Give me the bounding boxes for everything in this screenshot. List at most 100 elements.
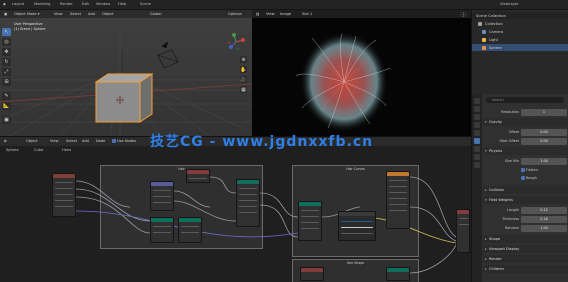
collapse-chevron-icon: ▾ (485, 148, 487, 153)
render-slot-selector[interactable]: Slot 1 (302, 12, 312, 16)
blender-logo-icon[interactable]: ◆ (3, 2, 6, 6)
top-menu-bar: ◆ Layout Modeling Render Edit Window Hel… (0, 0, 568, 10)
scene-tab-icon[interactable] (474, 122, 480, 128)
output-tab-icon[interactable] (474, 114, 480, 120)
collapse-chevron-icon: ▸ (485, 246, 487, 251)
menu-add[interactable]: Add (88, 12, 95, 16)
transform-tool-icon[interactable]: ⊞ (2, 78, 11, 86)
node-group-output[interactable] (456, 209, 470, 253)
rough-checkbox[interactable] (521, 175, 525, 180)
annotate-tool-icon[interactable]: ✎ (2, 92, 11, 100)
checkbox-row[interactable]: Rough (483, 174, 568, 182)
node-attribute-panel[interactable] (338, 211, 376, 241)
section-collision[interactable]: ▸ Collision (483, 186, 568, 194)
render-options-icon[interactable]: ⋮ (460, 12, 467, 18)
select-tool-icon[interactable]: ↖ (2, 28, 11, 36)
menu-help[interactable]: Help (118, 2, 126, 6)
property-size-min[interactable]: Size Min 1.00 (483, 157, 568, 165)
zoom-icon[interactable]: ⊕ (240, 56, 247, 63)
node-vector-math[interactable] (150, 181, 174, 211)
scene-selector[interactable]: Scene (140, 2, 151, 6)
section-render[interactable]: ▸ Render (483, 255, 568, 263)
node-shape-input[interactable] (300, 267, 324, 281)
camera-view-icon[interactable]: 🎥 (240, 76, 247, 83)
property-thickness[interactable]: Thickness 0.18 (483, 215, 568, 223)
physics-tab-icon[interactable] (474, 146, 480, 152)
collection-label: (1) Scene | Sphere (14, 27, 46, 31)
properties-search[interactable]: Search (486, 97, 564, 103)
image-editor-icon[interactable]: ▧ (256, 12, 259, 16)
menu-layout[interactable]: Layout (12, 2, 24, 6)
render-view[interactable]: ▧ View Image Slot 1 ⋮ (252, 10, 471, 136)
navigation-gizmo[interactable] (226, 32, 246, 52)
world-tab-icon[interactable] (474, 130, 480, 136)
collapse-chevron-icon: ▸ (485, 187, 487, 192)
checkbox-row[interactable]: Flatten (483, 166, 568, 174)
outliner-item[interactable]: Light (472, 36, 568, 43)
pan-hand-icon[interactable]: ✋ (240, 66, 247, 73)
measure-tool-icon[interactable]: 📐 (2, 102, 11, 110)
object-mode-selector[interactable]: Object Mode ▾ (14, 12, 40, 16)
collapse-chevron-icon: ▾ (485, 197, 487, 202)
menu-render-image[interactable]: Image (280, 12, 291, 16)
rotate-tool-icon[interactable]: ↻ (2, 58, 11, 66)
section-shape[interactable]: ▸ Shape (483, 235, 568, 243)
render-tab-icon[interactable] (474, 106, 480, 112)
collapse-chevron-icon: ▸ (485, 266, 487, 271)
mesh-icon (482, 45, 486, 50)
property-length[interactable]: Length 0.12 (483, 206, 568, 214)
viewlayer-selector[interactable]: ViewLayer (500, 2, 519, 6)
flatten-checkbox[interactable] (521, 167, 525, 172)
menu-object[interactable]: Object (102, 12, 114, 16)
light-icon (482, 37, 486, 42)
menu-modeling[interactable]: Modeling (34, 2, 50, 6)
hair-render-image (295, 32, 391, 132)
transform-orientation[interactable]: Global (150, 12, 161, 16)
property-random[interactable]: Random 1.00 (483, 224, 568, 232)
section-gravity[interactable]: ▾ Gravity (483, 118, 568, 126)
property-start-offset[interactable]: Start Offset 0.00 (483, 137, 568, 145)
geometry-node-editor[interactable]: ⧉ Object View Select Add Node Use Nodes … (0, 136, 471, 282)
node-input[interactable] (186, 169, 210, 183)
viewport-3d[interactable]: ▣ Object Mode ▾ View Select Add Object G… (0, 10, 252, 136)
property-resolution[interactable]: Resolution 1 (483, 108, 568, 116)
outliner-item[interactable]: Camera (472, 28, 568, 35)
menu-view[interactable]: View (54, 12, 63, 16)
scale-tool-icon[interactable]: ⤢ (2, 68, 11, 76)
camera-icon (482, 29, 486, 34)
node-realize-instances[interactable] (386, 171, 410, 229)
move-tool-icon[interactable]: ✥ (2, 48, 11, 56)
menu-render[interactable]: Render (60, 2, 73, 6)
tool-tab-icon[interactable] (474, 98, 480, 104)
outliner-item-selected[interactable]: Sphere (472, 44, 568, 51)
property-offset[interactable]: Offset 0.00 (483, 128, 568, 136)
node-group-input[interactable] (52, 173, 76, 217)
watermark-text: 技艺CG - www.jgdnxxfb.cn (150, 134, 374, 150)
menu-edit[interactable]: Edit (82, 2, 89, 6)
node-geometry[interactable] (150, 217, 174, 243)
node-geometry[interactable] (178, 217, 202, 243)
node-curve-to-mesh[interactable] (298, 201, 322, 241)
node-set-position[interactable] (236, 179, 260, 227)
particles-tab-icon[interactable] (474, 138, 480, 144)
constraints-tab-icon[interactable] (474, 154, 480, 160)
cursor-tool-icon[interactable]: ◎ (2, 38, 11, 46)
section-field-weights[interactable]: ▾ Field Weights (483, 196, 568, 204)
options-button[interactable]: Options (228, 12, 242, 16)
menu-window[interactable]: Window (96, 2, 110, 6)
menu-select[interactable]: Select (70, 12, 81, 16)
editor-type-icon[interactable]: ▣ (4, 12, 7, 16)
collection-icon (478, 21, 482, 26)
section-viewport-display[interactable]: ▸ Viewport Display (483, 245, 568, 253)
add-cube-tool-icon[interactable]: ▣ (2, 116, 11, 124)
section-children[interactable]: ▸ Children (483, 265, 568, 273)
data-tab-icon[interactable] (474, 162, 480, 168)
section-physics[interactable]: ▾ Physics (483, 147, 568, 155)
perspective-toggle-icon[interactable]: ▦ (240, 86, 247, 93)
outliner-item[interactable]: Collection (472, 20, 568, 27)
outliner-panel: Scene Collection Collection Camera Light… (471, 10, 568, 94)
properties-tabs (472, 94, 482, 282)
collapse-chevron-icon: ▸ (485, 236, 487, 241)
node-shape-output[interactable] (386, 267, 410, 281)
menu-render-view[interactable]: View (266, 12, 275, 16)
